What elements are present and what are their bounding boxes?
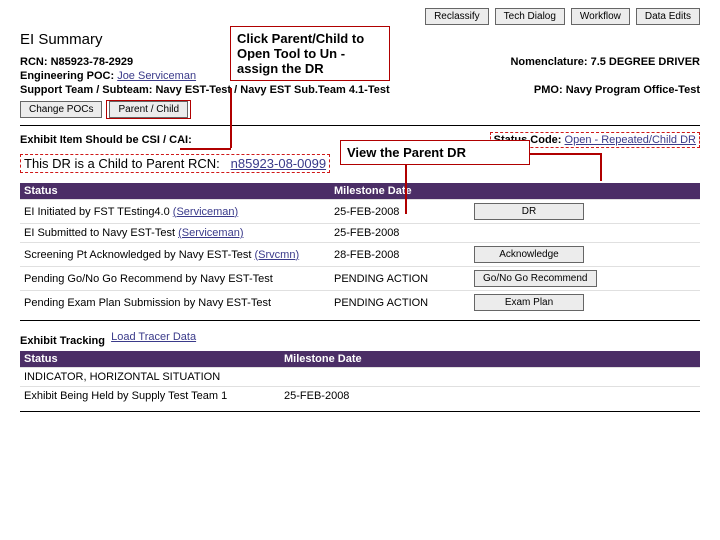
status-user-link[interactable]: (Serviceman) — [178, 227, 243, 239]
data-edits-button[interactable]: Data Edits — [636, 8, 700, 25]
table-row: Screening Pt Acknowledged by Navy EST-Te… — [20, 242, 700, 266]
table-row: Exhibit Being Held by Supply Test Team 1… — [20, 386, 700, 405]
callout-line-2 — [405, 164, 407, 214]
child-dr-rcn-link[interactable]: n85923-08-0099 — [231, 156, 326, 171]
col-date-header: Milestone Date — [334, 185, 474, 197]
reclassify-button[interactable]: Reclassify — [425, 8, 489, 25]
status-code-link[interactable]: Open - Repeated/Child DR — [565, 134, 696, 146]
callout-line-1 — [230, 88, 232, 148]
status-user-link[interactable]: (Serviceman) — [173, 206, 238, 218]
status-table: Status Milestone Date EI Initiated by FS… — [20, 183, 700, 314]
milestone-date: PENDING ACTION — [334, 273, 474, 285]
divider-2 — [20, 320, 700, 321]
poc-buttons-row: Change POCs Parent / Child — [20, 100, 700, 119]
nomenclature-label: Nomenclature: — [510, 56, 587, 68]
load-tracer-link[interactable]: Load Tracer Data — [111, 331, 196, 343]
page-root: Reclassify Tech Dialog Workflow Data Edi… — [20, 8, 700, 412]
callout-line-3b — [600, 153, 602, 181]
divider-1 — [20, 125, 700, 126]
exhibit-table-header: Status Milestone Date — [20, 351, 700, 367]
table-row: INDICATOR, HORIZONTAL SITUATION — [20, 367, 700, 386]
child-dr-text: This DR is a Child to Parent RCN: — [24, 156, 220, 171]
table-row: Pending Go/No Go Recommend by Navy EST-T… — [20, 266, 700, 290]
col-status-header: Status — [24, 185, 334, 197]
support-label: Support Team / Subteam: — [20, 84, 152, 96]
parent-child-button[interactable]: Parent / Child — [109, 101, 188, 118]
status-text: INDICATOR, HORIZONTAL SITUATION — [24, 371, 284, 383]
status-table-header: Status Milestone Date — [20, 183, 700, 199]
dr-button[interactable]: DR — [474, 203, 584, 220]
col-status-header: Status — [24, 353, 284, 365]
milestone-date: 28-FEB-2008 — [334, 249, 474, 261]
tech-dialog-button[interactable]: Tech Dialog — [495, 8, 565, 25]
exam-plan-button[interactable]: Exam Plan — [474, 294, 584, 311]
child-dr-box: This DR is a Child to Parent RCN: n85923… — [20, 154, 330, 173]
status-text: Pending Go/No Go Recommend by Navy EST-T… — [24, 273, 334, 285]
acknowledge-button[interactable]: Acknowledge — [474, 246, 584, 263]
pmo-label: PMO: — [534, 84, 563, 96]
pmo-value: Navy Program Office-Test — [566, 84, 700, 96]
table-row: Pending Exam Plan Submission by Navy EST… — [20, 290, 700, 314]
milestone-date: 25-FEB-2008 — [334, 206, 474, 218]
exhibit-item-label: Exhibit Item Should be CSI / CAI: — [20, 134, 192, 146]
callout-parent-child: Click Parent/Child to Open Tool to Un -a… — [230, 26, 390, 81]
support-team-row: Support Team / Subteam: Navy EST-Test / … — [20, 84, 700, 96]
callout-line-3 — [530, 153, 600, 155]
status-text: Screening Pt Acknowledged by Navy EST-Te… — [24, 249, 251, 261]
status-text: Exhibit Being Held by Supply Test Team 1 — [24, 390, 284, 402]
rcn-value: N85923-78-2929 — [51, 56, 134, 68]
exhibit-tracking-table: Status Milestone Date INDICATOR, HORIZON… — [20, 351, 700, 405]
exhibit-tracking-header-row: Exhibit Tracking Load Tracer Data — [20, 327, 700, 347]
divider-3 — [20, 411, 700, 412]
status-text: EI Initiated by FST TEsting4.0 — [24, 206, 170, 218]
nomenclature-value: 7.5 DEGREE DRIVER — [591, 56, 700, 68]
rcn-label: RCN: — [20, 56, 48, 68]
support-value: Navy EST-Test / Navy EST Sub.Team 4.1-Te… — [155, 84, 389, 96]
go-nogo-button[interactable]: Go/No Go Recommend — [474, 270, 597, 287]
table-row: EI Submitted to Navy EST-Test (Servicema… — [20, 223, 700, 242]
workflow-button[interactable]: Workflow — [571, 8, 630, 25]
top-button-bar: Reclassify Tech Dialog Workflow Data Edi… — [20, 8, 700, 25]
milestone-date: 25-FEB-2008 — [334, 227, 474, 239]
callout-view-parent: View the Parent DR — [340, 140, 530, 165]
eng-poc-link[interactable]: Joe Serviceman — [117, 70, 196, 82]
parent-child-highlight: Parent / Child — [106, 100, 191, 119]
table-row: EI Initiated by FST TEsting4.0 (Servicem… — [20, 199, 700, 223]
milestone-date: PENDING ACTION — [334, 297, 474, 309]
col-date-header: Milestone Date — [284, 353, 362, 365]
callout-line-1b — [180, 148, 231, 150]
milestone-date: 25-FEB-2008 — [284, 390, 349, 402]
status-text: Pending Exam Plan Submission by Navy EST… — [24, 297, 334, 309]
status-text: EI Submitted to Navy EST-Test — [24, 227, 175, 239]
eng-poc-label: Engineering POC: — [20, 70, 114, 82]
status-user-link[interactable]: (Srvcmn) — [255, 249, 300, 261]
exhibit-tracking-label: Exhibit Tracking — [20, 335, 105, 347]
change-pocs-button[interactable]: Change POCs — [20, 101, 102, 118]
